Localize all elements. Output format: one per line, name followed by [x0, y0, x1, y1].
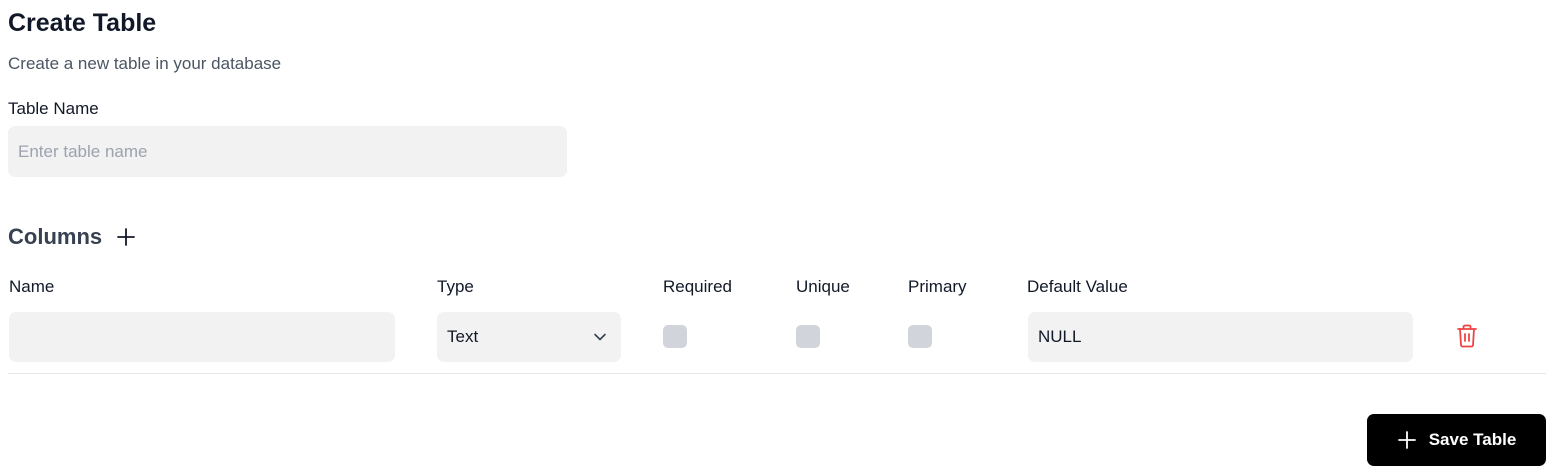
delete-column-button[interactable]: [1455, 324, 1479, 348]
plus-icon: [117, 228, 136, 246]
page-subtitle: Create a new table in your database: [8, 54, 282, 73]
save-table-label: Save Table: [1428, 430, 1517, 449]
row-divider: [8, 373, 1546, 374]
default-value-input[interactable]: [1028, 312, 1413, 362]
column-header-required: Required: [663, 277, 732, 296]
column-name-input[interactable]: [9, 312, 395, 362]
table-name-label: Table Name: [8, 99, 99, 118]
column-header-type: Type: [437, 277, 474, 296]
required-checkbox[interactable]: [663, 325, 687, 348]
column-header-unique: Unique: [796, 277, 850, 296]
table-name-input[interactable]: [8, 126, 567, 177]
primary-checkbox[interactable]: [908, 325, 932, 348]
page-title: Create Table: [8, 9, 157, 37]
chevron-down-icon: [594, 333, 606, 341]
column-header-primary: Primary: [908, 277, 967, 296]
column-header-name: Name: [9, 277, 55, 296]
save-table-button[interactable]: Save Table: [1367, 414, 1546, 466]
trash-icon: [1457, 324, 1477, 348]
column-type-select[interactable]: Text: [437, 312, 621, 362]
columns-section-header: Columns: [8, 222, 138, 252]
column-type-value: Text: [447, 327, 479, 346]
column-header-default-value: Default Value: [1027, 277, 1128, 296]
plus-icon: [1397, 431, 1416, 449]
columns-section-title: Columns: [8, 224, 103, 249]
unique-checkbox[interactable]: [796, 325, 820, 348]
add-column-button[interactable]: [114, 225, 138, 249]
